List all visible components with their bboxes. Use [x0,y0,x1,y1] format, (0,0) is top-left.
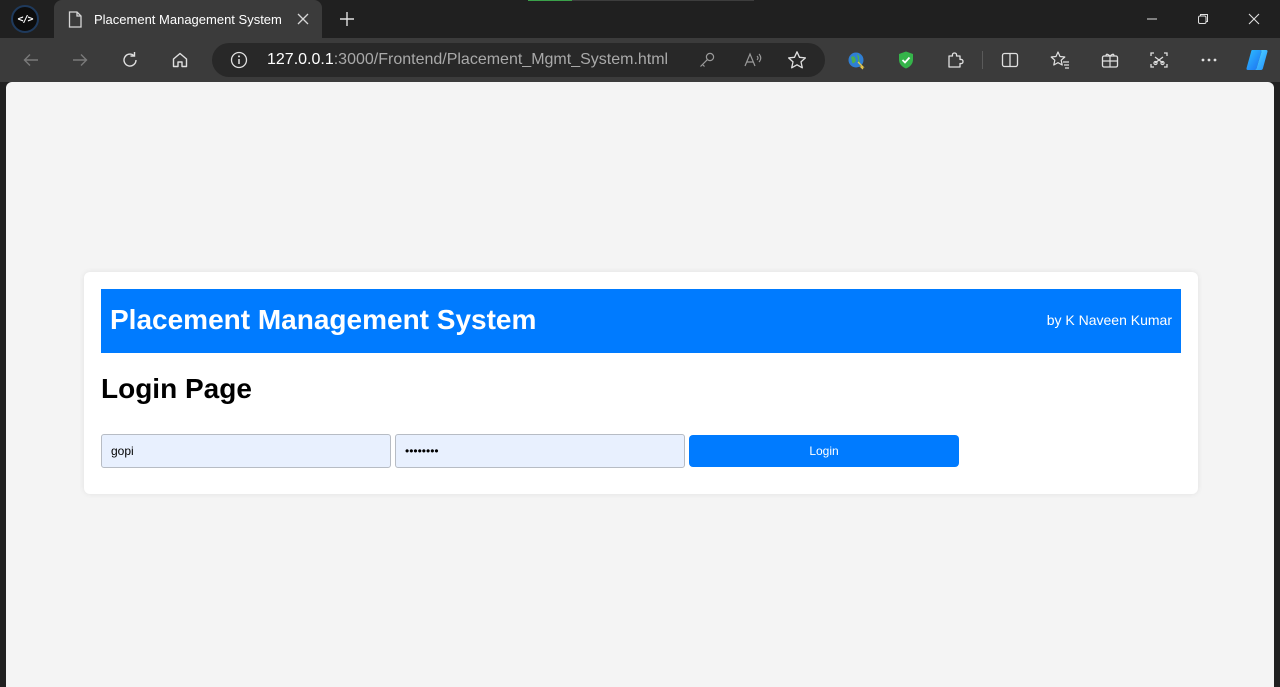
copilot-button[interactable] [1241,44,1273,76]
url-text[interactable]: 127.0.0.1:3000/Frontend/Placement_Mgmt_S… [267,51,668,69]
refresh-button[interactable] [115,46,145,74]
profile-avatar[interactable]: </> [11,5,39,33]
url-host: 127.0.0.1 [267,51,334,68]
home-icon [172,52,188,68]
screenshot-icon [1150,52,1168,68]
password-input[interactable] [395,434,685,468]
globe-extension-icon [848,52,865,70]
close-icon [1248,13,1260,25]
username-input[interactable] [101,434,391,468]
back-button[interactable] [16,46,46,74]
browser-tab[interactable]: Placement Management System [54,0,322,38]
copilot-icon [1246,50,1268,70]
collections-icon [1101,53,1119,68]
page-icon [68,10,82,28]
login-button[interactable]: Login [689,435,959,467]
loading-indicator [528,0,572,1]
forward-button[interactable] [65,46,95,74]
tab-title: Placement Management System [94,11,282,27]
extension-shield-button[interactable] [891,46,921,74]
new-tab-button[interactable] [333,6,361,32]
plus-icon [340,12,354,26]
split-screen-button[interactable] [995,46,1025,74]
puzzle-icon [948,52,964,68]
tab-close-icon[interactable] [294,10,312,28]
forward-arrow-icon [73,54,88,66]
favorites-list-icon [1050,51,1069,69]
page-heading: Login Page [101,373,252,404]
shield-check-icon [899,51,913,69]
login-card: Placement Management System by K Naveen … [84,272,1198,494]
refresh-icon [123,52,137,67]
page-viewport: Placement Management System by K Naveen … [6,82,1274,687]
favorites-button[interactable] [1045,46,1075,74]
url-path: :3000/Frontend/Placement_Mgmt_System.htm… [333,51,669,68]
address-bar[interactable]: 127.0.0.1:3000/Frontend/Placement_Mgmt_S… [212,43,825,77]
app-header: Placement Management System by K Naveen … [101,289,1181,353]
split-screen-icon [1001,52,1019,68]
app-title: Placement Management System [110,304,537,335]
extension-globe-button[interactable] [841,46,871,74]
author-credit: by K Naveen Kumar [1046,312,1172,328]
browser-toolbar: 127.0.0.1:3000/Frontend/Placement_Mgmt_S… [0,38,1280,82]
home-button[interactable] [165,46,195,74]
restore-button[interactable] [1177,0,1229,38]
extensions-button[interactable] [940,46,970,74]
minimize-button[interactable] [1126,0,1178,38]
collections-button[interactable] [1095,46,1125,74]
favorite-star-icon[interactable] [787,50,807,70]
tab-strip: </> Placement Management System [0,0,1280,38]
restore-icon [1198,14,1208,24]
more-dots-icon [1201,58,1217,62]
close-window-button[interactable] [1228,0,1280,38]
settings-more-button[interactable] [1194,46,1224,74]
code-icon: </> [17,13,33,25]
back-arrow-icon [23,54,38,66]
site-info-icon[interactable] [230,51,248,69]
read-aloud-icon[interactable] [743,50,763,70]
key-icon[interactable] [697,50,717,70]
screenshot-button[interactable] [1144,46,1174,74]
minimize-icon [1147,18,1157,20]
toolbar-separator [982,51,983,69]
